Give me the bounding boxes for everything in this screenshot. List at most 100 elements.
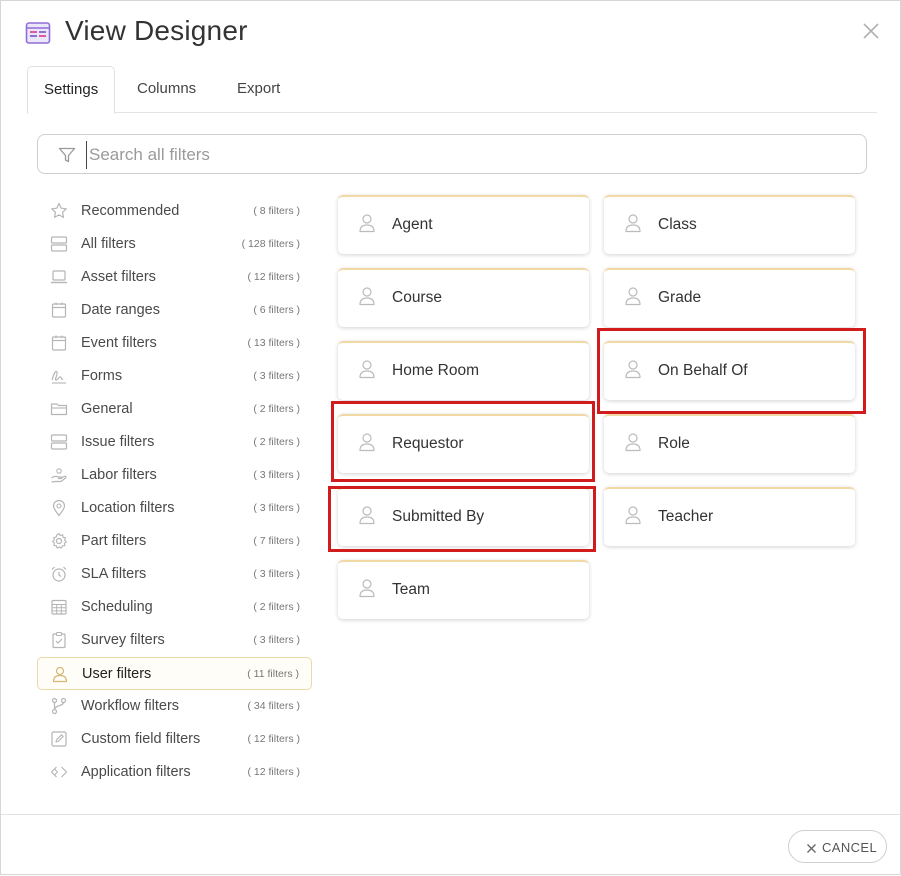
sidebar-item-label: Workflow filters bbox=[81, 698, 180, 714]
sidebar-item-part-filters[interactable]: Part filters ( 7 filters ) bbox=[37, 525, 312, 558]
sidebar-item-custom-field-filters[interactable]: Custom field filters ( 12 filters ) bbox=[37, 723, 312, 756]
filter-card-grid: Agent Class Course Grade Home Room On Be… bbox=[338, 195, 858, 625]
hand-icon bbox=[50, 466, 68, 484]
sidebar-item-count: ( 12 filters ) bbox=[247, 733, 300, 745]
filter-card-role[interactable]: Role bbox=[604, 414, 855, 473]
sidebar-item-count: ( 34 filters ) bbox=[247, 700, 300, 712]
sidebar-item-asset-filters[interactable]: Asset filters ( 12 filters ) bbox=[37, 261, 312, 294]
user-icon bbox=[51, 665, 69, 683]
filter-funnel-icon bbox=[58, 146, 76, 164]
sidebar-item-label: All filters bbox=[81, 236, 136, 252]
sidebar-item-user-filters[interactable]: User filters ( 11 filters ) bbox=[37, 657, 312, 690]
filter-card-class[interactable]: Class bbox=[604, 195, 855, 254]
tab-export[interactable]: Export bbox=[221, 66, 296, 113]
sidebar-item-count: ( 3 filters ) bbox=[253, 502, 300, 514]
sidebar-item-label: General bbox=[81, 401, 133, 417]
sidebar-item-count: ( 7 filters ) bbox=[253, 535, 300, 547]
filter-card-label: Submitted By bbox=[392, 508, 485, 525]
alarm-clock-icon bbox=[50, 565, 68, 583]
cancel-button[interactable]: CANCEL bbox=[788, 830, 887, 863]
filter-card-label: On Behalf Of bbox=[658, 362, 748, 379]
close-icon[interactable] bbox=[861, 21, 881, 41]
user-icon bbox=[624, 505, 642, 525]
sidebar-item-label: Part filters bbox=[81, 533, 147, 549]
sidebar-item-label: Asset filters bbox=[81, 269, 156, 285]
filter-card-label: Grade bbox=[658, 289, 702, 306]
sidebar-item-issue-filters[interactable]: Issue filters ( 2 filters ) bbox=[37, 426, 312, 459]
sidebar-item-survey-filters[interactable]: Survey filters ( 3 filters ) bbox=[37, 624, 312, 657]
server-icon bbox=[50, 235, 68, 253]
sidebar-item-count: ( 3 filters ) bbox=[253, 634, 300, 646]
sidebar-item-event-filters[interactable]: Event filters ( 13 filters ) bbox=[37, 327, 312, 360]
user-icon bbox=[624, 359, 642, 379]
gear-icon bbox=[50, 532, 68, 550]
tab-columns[interactable]: Columns bbox=[121, 66, 212, 113]
sidebar-item-label: SLA filters bbox=[81, 566, 147, 582]
sidebar-item-scheduling[interactable]: Scheduling ( 2 filters ) bbox=[37, 591, 312, 624]
signature-icon bbox=[50, 367, 68, 385]
filter-card-submitted-by[interactable]: Submitted By bbox=[338, 487, 589, 546]
edit-icon bbox=[50, 730, 68, 748]
user-icon bbox=[624, 432, 642, 452]
filter-card-label: Course bbox=[392, 289, 442, 306]
calendar-icon bbox=[50, 334, 68, 352]
filter-category-sidebar: Recommended ( 8 filters ) All filters ( … bbox=[37, 195, 313, 789]
sidebar-item-recommended[interactable]: Recommended ( 8 filters ) bbox=[37, 195, 312, 228]
sidebar-item-count: ( 8 filters ) bbox=[253, 205, 300, 217]
sidebar-item-label: Application filters bbox=[81, 764, 191, 780]
filter-card-on-behalf-of[interactable]: On Behalf Of bbox=[604, 341, 855, 400]
sidebar-item-label: Location filters bbox=[81, 500, 175, 516]
search-input[interactable] bbox=[86, 141, 846, 169]
tab-settings[interactable]: Settings bbox=[27, 66, 116, 114]
tab-bar: Settings Columns Export bbox=[27, 66, 877, 114]
filter-card-requestor[interactable]: Requestor bbox=[338, 414, 589, 473]
filter-card-grade[interactable]: Grade bbox=[604, 268, 855, 327]
filter-card-label: Teacher bbox=[658, 508, 714, 525]
sidebar-item-general[interactable]: General ( 2 filters ) bbox=[37, 393, 312, 426]
sidebar-item-count: ( 6 filters ) bbox=[253, 304, 300, 316]
filter-search-box bbox=[37, 134, 867, 174]
server-icon bbox=[50, 433, 68, 451]
sidebar-item-labor-filters[interactable]: Labor filters ( 3 filters ) bbox=[37, 459, 312, 492]
dialog-title: View Designer bbox=[65, 15, 248, 46]
laptop-icon bbox=[50, 268, 68, 286]
user-icon bbox=[358, 505, 376, 525]
filter-card-teacher[interactable]: Teacher bbox=[604, 487, 855, 546]
branch-icon bbox=[50, 697, 68, 715]
filter-card-label: Home Room bbox=[392, 362, 479, 379]
dialog-footer: CANCEL bbox=[1, 814, 901, 876]
sidebar-item-count: ( 3 filters ) bbox=[253, 370, 300, 382]
filter-card-team[interactable]: Team bbox=[338, 560, 589, 619]
sidebar-item-sla-filters[interactable]: SLA filters ( 3 filters ) bbox=[37, 558, 312, 591]
sidebar-item-count: ( 3 filters ) bbox=[253, 469, 300, 481]
sidebar-item-application-filters[interactable]: Application filters ( 12 filters ) bbox=[37, 756, 312, 789]
filter-card-course[interactable]: Course bbox=[338, 268, 589, 327]
user-icon bbox=[624, 213, 642, 233]
sidebar-item-label: Date ranges bbox=[81, 302, 160, 318]
sidebar-item-date-ranges[interactable]: Date ranges ( 6 filters ) bbox=[37, 294, 312, 327]
sidebar-item-label: Scheduling bbox=[81, 599, 153, 615]
sidebar-item-all-filters[interactable]: All filters ( 128 filters ) bbox=[37, 228, 312, 261]
sidebar-item-label: Custom field filters bbox=[81, 731, 201, 747]
sidebar-item-count: ( 12 filters ) bbox=[247, 271, 300, 283]
calendar-icon bbox=[50, 301, 68, 319]
map-pin-icon bbox=[50, 499, 68, 517]
sidebar-item-count: ( 11 filters ) bbox=[247, 668, 299, 680]
code-icon bbox=[50, 763, 68, 781]
user-icon bbox=[358, 578, 376, 598]
dialog-header: View Designer bbox=[1, 1, 901, 65]
sidebar-item-label: Issue filters bbox=[81, 434, 155, 450]
filter-card-label: Role bbox=[658, 435, 690, 452]
filter-card-label: Requestor bbox=[392, 435, 464, 452]
sidebar-item-forms[interactable]: Forms ( 3 filters ) bbox=[37, 360, 312, 393]
sidebar-item-count: ( 2 filters ) bbox=[253, 601, 300, 613]
clipboard-check-icon bbox=[50, 631, 68, 649]
sidebar-item-location-filters[interactable]: Location filters ( 3 filters ) bbox=[37, 492, 312, 525]
filter-card-home-room[interactable]: Home Room bbox=[338, 341, 589, 400]
folder-icon bbox=[50, 400, 68, 418]
calendar-grid-icon bbox=[50, 598, 68, 616]
sidebar-item-label: Forms bbox=[81, 368, 123, 384]
filter-card-agent[interactable]: Agent bbox=[338, 195, 589, 254]
sidebar-item-count: ( 2 filters ) bbox=[253, 436, 300, 448]
sidebar-item-workflow-filters[interactable]: Workflow filters ( 34 filters ) bbox=[37, 690, 312, 723]
